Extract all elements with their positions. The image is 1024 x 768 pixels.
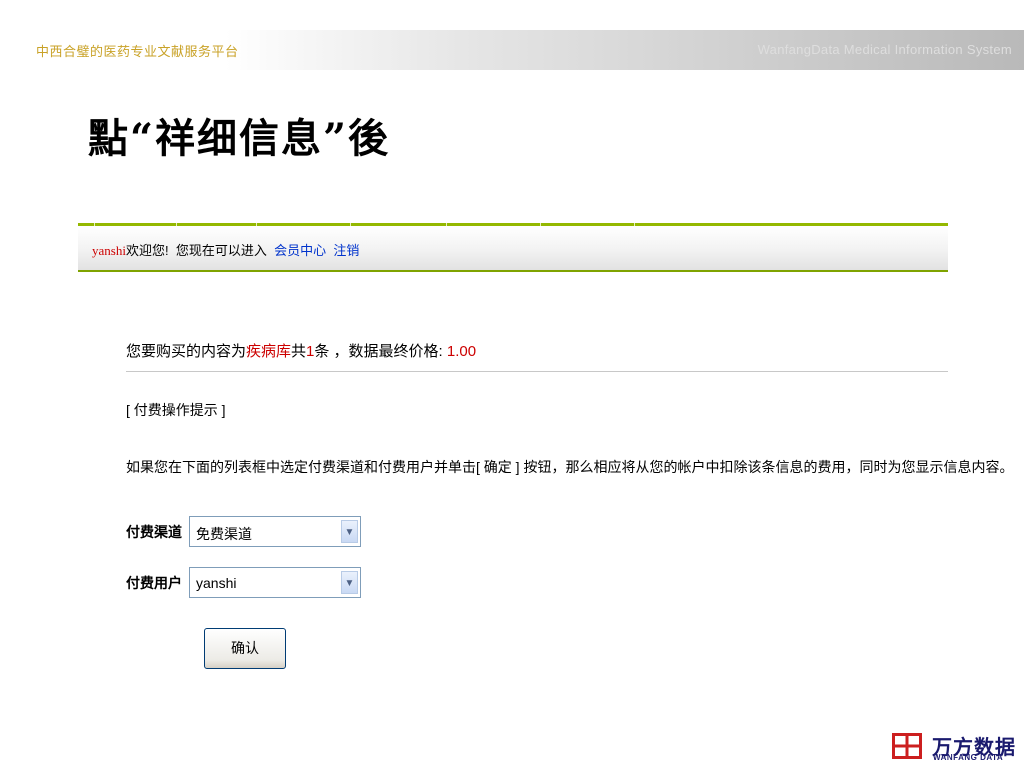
site-header-bar: yanshi欢迎您! 您现在可以进入 会员中心 注销 [78,226,948,272]
purchase-price: 1.00 [446,343,477,360]
purchase-prefix: 您要购买的内容为 [126,343,247,360]
payment-tip-body: 如果您在下面的列表框中选定付费渠道和付费用户并单击[ 确定 ] 按钮，那么相应将… [126,459,1014,475]
member-center-link[interactable]: 会员中心 [274,243,326,258]
payment-tip-title: [ 付费操作提示 ] [126,402,226,418]
payment-channel-select[interactable]: 免费渠道 ▼ [189,516,361,547]
welcome-message: yanshi欢迎您! 您现在可以进入 会员中心 注销 [92,240,359,259]
purchase-panel: 您要购买的内容为疾病库共1条 ，数据最终价格: 1.00 [ 付费操作提示 ] … [126,340,1013,669]
confirm-button[interactable]: 确认 [204,628,286,669]
payment-user-select[interactable]: yanshi ▼ [189,567,361,598]
banner-system-name: WanfangData Medical Information System [757,42,1012,57]
banner-slogan: 中西合璧的医药专业文献服务平台 [36,45,239,60]
payment-channel-row: 付费渠道 免费渠道 ▼ [126,516,366,548]
welcome-text: 欢迎您! [125,243,169,258]
payment-user-row: 付费用户 yanshi ▼ [126,567,366,599]
logo-name-en: WANFANG DATA [933,753,1004,762]
username: yanshi [92,243,126,258]
purchase-count-prefix: 共 [291,343,307,360]
enter-text: 您现在可以进入 [175,243,267,258]
payment-channel-value: 免费渠道 [196,526,252,542]
logout-link[interactable]: 注销 [333,243,359,258]
top-banner: 中西合璧的医药专业文献服务平台 WanfangData Medical Info… [0,30,1024,70]
payment-user-value: yanshi [196,575,237,591]
purchase-summary: 您要购买的内容为疾病库共1条 ，数据最终价格: 1.00 [126,340,948,361]
wanfang-logo-icon [892,733,922,759]
slide-title: 點“祥细信息”後 [88,115,391,162]
purchase-database: 疾病库 [246,343,292,360]
divider [126,371,948,372]
chevron-down-icon[interactable]: ▼ [341,571,358,594]
payment-user-label: 付费用户 [126,575,182,591]
payment-channel-label: 付费渠道 [126,524,182,540]
chevron-down-icon[interactable]: ▼ [341,520,358,543]
purchase-count-suffix: 条 ，数据最终价格: [314,343,443,360]
